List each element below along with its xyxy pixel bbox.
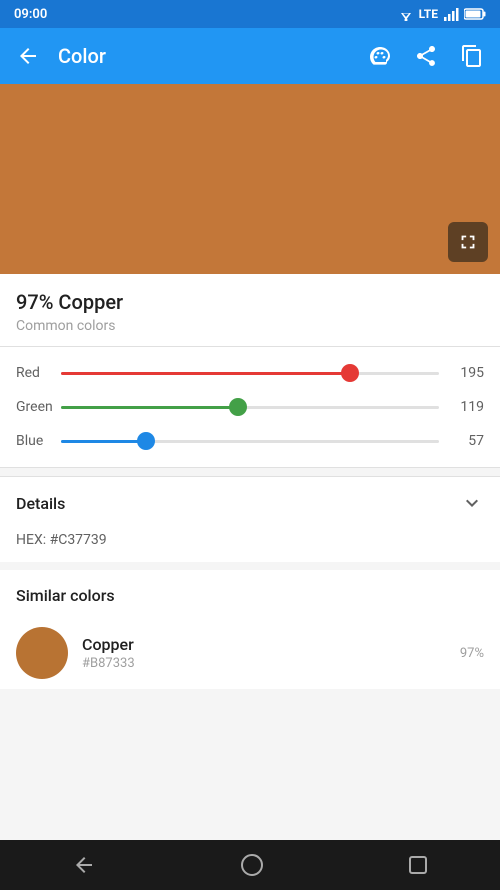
green-slider-row: Green 119 xyxy=(16,397,484,417)
bottom-nav xyxy=(0,840,500,890)
home-nav-button[interactable] xyxy=(216,845,288,885)
share-icon xyxy=(414,44,438,68)
blue-slider-container[interactable] xyxy=(61,431,439,451)
color-item-hex: #B87333 xyxy=(82,656,135,671)
app-title: Color xyxy=(58,44,366,68)
details-title: Details xyxy=(16,494,65,513)
color-item-info: Copper #B87333 xyxy=(82,635,135,671)
green-label: Green xyxy=(16,399,61,415)
status-icons: LTE xyxy=(398,7,486,21)
battery-icon xyxy=(464,8,486,20)
blue-fill xyxy=(61,440,146,443)
palette-button[interactable] xyxy=(366,42,394,70)
list-item[interactable]: Copper #B87333 97% xyxy=(16,617,484,689)
recents-square-icon xyxy=(408,855,428,875)
color-item-pct: 97% xyxy=(460,646,484,661)
red-slider-row: Red 195 xyxy=(16,363,484,383)
red-thumb[interactable] xyxy=(341,364,359,382)
color-preview xyxy=(0,84,500,274)
sliders-section: Red 195 Green 119 Blue 57 xyxy=(0,347,500,467)
red-fill xyxy=(61,372,350,375)
hex-value: HEX: #C37739 xyxy=(16,532,107,548)
red-label: Red xyxy=(16,365,61,381)
divider-bottom xyxy=(0,467,500,468)
back-arrow-icon xyxy=(72,853,96,877)
red-value: 195 xyxy=(449,365,484,381)
status-time: 09:00 xyxy=(14,7,47,22)
green-value: 119 xyxy=(449,399,484,415)
color-name-section: 97% Copper Common colors xyxy=(0,274,500,346)
similar-colors-section: Similar colors Copper #B87333 97% xyxy=(0,570,500,689)
green-thumb[interactable] xyxy=(229,398,247,416)
back-button[interactable] xyxy=(14,42,42,70)
wifi-icon xyxy=(398,8,414,21)
blue-thumb[interactable] xyxy=(137,432,155,450)
palette-icon xyxy=(368,44,392,68)
chevron-down-icon xyxy=(460,491,484,515)
blue-value: 57 xyxy=(449,433,484,449)
color-name: 97% Copper xyxy=(16,290,484,314)
share-button[interactable] xyxy=(412,42,440,70)
green-slider-container[interactable] xyxy=(61,397,439,417)
blue-track xyxy=(61,440,439,443)
signal-icon xyxy=(443,8,459,21)
red-track xyxy=(61,372,439,375)
details-section: Details HEX: #C37739 xyxy=(0,476,500,562)
color-swatch xyxy=(16,627,68,679)
red-slider-container[interactable] xyxy=(61,363,439,383)
green-track xyxy=(61,406,439,409)
back-nav-button[interactable] xyxy=(48,845,120,885)
color-item-name: Copper xyxy=(82,635,135,654)
fullscreen-button[interactable] xyxy=(448,222,488,262)
blue-label: Blue xyxy=(16,433,61,449)
details-body: HEX: #C37739 xyxy=(0,529,500,562)
recents-nav-button[interactable] xyxy=(384,847,452,883)
fullscreen-icon xyxy=(457,231,479,253)
copy-icon xyxy=(460,44,484,68)
app-bar: Color xyxy=(0,28,500,84)
common-colors-label: Common colors xyxy=(16,318,484,334)
details-header[interactable]: Details xyxy=(0,476,500,529)
app-bar-actions xyxy=(366,42,486,70)
home-circle-icon xyxy=(240,853,264,877)
status-bar: 09:00 LTE xyxy=(0,0,500,28)
lte-label: LTE xyxy=(419,7,438,21)
copy-button[interactable] xyxy=(458,42,486,70)
similar-colors-title: Similar colors xyxy=(16,586,484,605)
green-fill xyxy=(61,406,238,409)
blue-slider-row: Blue 57 xyxy=(16,431,484,451)
